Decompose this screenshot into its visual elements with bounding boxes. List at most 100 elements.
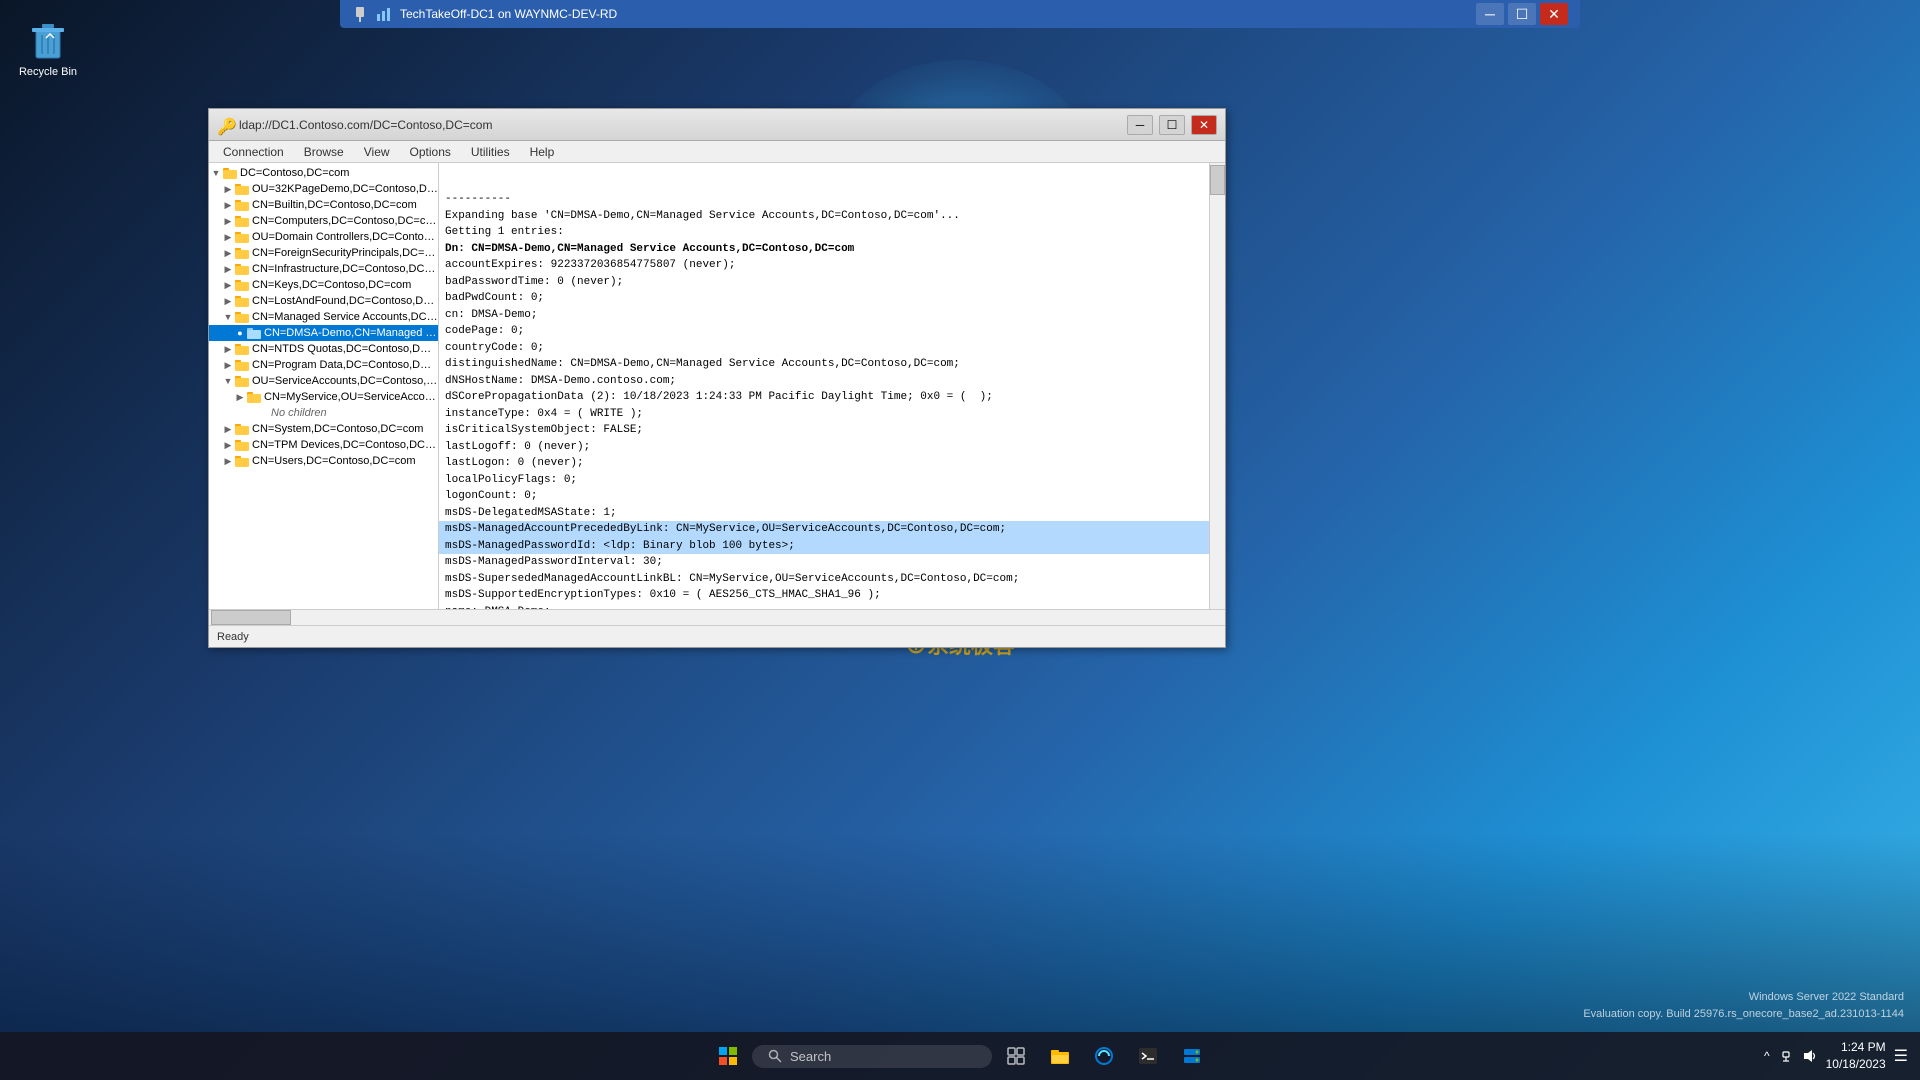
- tray-icons: ^ 1:24 PM 10/18/2023 ☰: [1764, 1039, 1908, 1073]
- file-explorer-button[interactable]: [1040, 1036, 1080, 1076]
- detail-panel[interactable]: ----------Expanding base 'CN=DMSA-Demo,C…: [439, 163, 1209, 609]
- tree-item-label: CN=Computers,DC=Contoso,DC=com: [252, 215, 438, 227]
- window-maximize-button[interactable]: ☐: [1159, 115, 1185, 135]
- detail-line: instanceType: 0x4 = ( WRITE );: [445, 406, 1203, 423]
- search-bar[interactable]: Search: [752, 1045, 992, 1068]
- tree-item[interactable]: ▼DC=Contoso,DC=com: [209, 165, 438, 181]
- tree-item-label: CN=DMSA-Demo,CN=Managed Service A...: [264, 327, 438, 339]
- tree-item[interactable]: ▼OU=ServiceAccounts,DC=Contoso,DC=com: [209, 373, 438, 389]
- search-icon: [768, 1049, 782, 1063]
- tree-item-label: OU=ServiceAccounts,DC=Contoso,DC=com: [252, 375, 438, 387]
- window-app-icon: 🔑: [217, 117, 233, 133]
- tree-item-label: CN=TPM Devices,DC=Contoso,DC=com: [252, 439, 438, 451]
- tree-item-label: CN=Managed Service Accounts,DC=Contoso,D…: [252, 311, 438, 323]
- terminal-button[interactable]: [1128, 1036, 1168, 1076]
- remote-maximize-button[interactable]: ☐: [1508, 3, 1536, 25]
- recycle-bin-label: Recycle Bin: [19, 66, 77, 78]
- recycle-bin[interactable]: Recycle Bin: [18, 18, 78, 78]
- remote-minimize-button[interactable]: ─: [1476, 3, 1504, 25]
- remote-bar-left: TechTakeOff-DC1 on WAYNMC-DEV-RD: [352, 6, 617, 22]
- window-close-button[interactable]: ✕: [1191, 115, 1217, 135]
- tree-item[interactable]: ▶CN=MyService,OU=ServiceAccounts,DC=Co..…: [209, 389, 438, 405]
- detail-line: dSCorePropagationData (2): 10/18/2023 1:…: [445, 389, 1203, 406]
- menu-item-view[interactable]: View: [354, 143, 400, 161]
- taskbar: Search: [0, 1032, 1920, 1080]
- detail-line: isCriticalSystemObject: FALSE;: [445, 422, 1203, 439]
- tree-item[interactable]: ▶CN=TPM Devices,DC=Contoso,DC=com: [209, 437, 438, 453]
- detail-line: msDS-ManagedPasswordId: <ldp: Binary blo…: [439, 538, 1209, 555]
- eval-line2: Evaluation copy. Build 25976.rs_onecore_…: [1583, 1006, 1904, 1024]
- tree-item-label: CN=Infrastructure,DC=Contoso,DC=com: [252, 263, 438, 275]
- horizontal-scrollbar[interactable]: [209, 609, 1225, 625]
- server-manager-icon: [1182, 1046, 1202, 1066]
- detail-line: localPolicyFlags: 0;: [445, 472, 1203, 489]
- tree-item[interactable]: ▶OU=Domain Controllers,DC=Contoso,DC=com: [209, 229, 438, 245]
- menu-item-help[interactable]: Help: [520, 143, 565, 161]
- detail-line: msDS-ManagedAccountPrecededByLink: CN=My…: [439, 521, 1209, 538]
- network-icon[interactable]: [1778, 1048, 1794, 1064]
- tree-item[interactable]: ▶CN=Builtin,DC=Contoso,DC=com: [209, 197, 438, 213]
- recycle-bin-icon: [28, 18, 68, 62]
- detail-line: msDS-ManagedPasswordInterval: 30;: [445, 554, 1203, 571]
- menu-item-options[interactable]: Options: [400, 143, 461, 161]
- tree-item[interactable]: ▶CN=Computers,DC=Contoso,DC=com: [209, 213, 438, 229]
- task-view-icon: [1007, 1047, 1025, 1065]
- edge-button[interactable]: [1084, 1036, 1124, 1076]
- tree-item[interactable]: ▼CN=Managed Service Accounts,DC=Contoso,…: [209, 309, 438, 325]
- tree-item[interactable]: ▶CN=Keys,DC=Contoso,DC=com: [209, 277, 438, 293]
- menu-item-utilities[interactable]: Utilities: [461, 143, 520, 161]
- detail-line: accountExpires: 9223372036854775807 (nev…: [445, 257, 1203, 274]
- chart-icon: [376, 6, 392, 22]
- edge-icon: [1094, 1046, 1114, 1066]
- task-view-button[interactable]: [996, 1036, 1036, 1076]
- status-bar: Ready: [209, 625, 1225, 647]
- tree-item-label: CN=Users,DC=Contoso,DC=com: [252, 455, 416, 467]
- taskbar-center: Search: [708, 1036, 1212, 1076]
- detail-line: Expanding base 'CN=DMSA-Demo,CN=Managed …: [445, 208, 1203, 225]
- tree-item[interactable]: ▶CN=Users,DC=Contoso,DC=com: [209, 453, 438, 469]
- start-button[interactable]: [708, 1036, 748, 1076]
- tree-item[interactable]: ●CN=DMSA-Demo,CN=Managed Service A...: [209, 325, 438, 341]
- tree-item[interactable]: ▶CN=ForeignSecurityPrincipals,DC=C...: [209, 245, 438, 261]
- speaker-icon[interactable]: [1802, 1048, 1818, 1064]
- detail-line: codePage: 0;: [445, 323, 1203, 340]
- system-clock[interactable]: 1:24 PM 10/18/2023: [1826, 1039, 1886, 1073]
- tree-item[interactable]: ▶CN=System,DC=Contoso,DC=com: [209, 421, 438, 437]
- detail-line: distinguishedName: CN=DMSA-Demo,CN=Manag…: [445, 356, 1203, 373]
- detail-line: badPwdCount: 0;: [445, 290, 1203, 307]
- tree-item[interactable]: ▶CN=Program Data,DC=Contoso,DC=com: [209, 357, 438, 373]
- vertical-scrollbar[interactable]: [1209, 163, 1225, 609]
- start-icon: [718, 1046, 738, 1066]
- detail-line: countryCode: 0;: [445, 340, 1203, 357]
- menu-item-browse[interactable]: Browse: [294, 143, 354, 161]
- tree-item[interactable]: ▶OU=32KPageDemo,DC=Contoso,DC=com: [209, 181, 438, 197]
- detail-line: badPasswordTime: 0 (never);: [445, 274, 1203, 291]
- desktop: Recycle Bin TechTakeOff-DC1 on WAYNMC-DE…: [0, 0, 1920, 1080]
- detail-separator: ----------: [445, 191, 1203, 208]
- clock-time: 1:24 PM: [1826, 1039, 1886, 1056]
- detail-line: dNSHostName: DMSA-Demo.contoso.com;: [445, 373, 1203, 390]
- window-content: ▼DC=Contoso,DC=com▶OU=32KPageDemo,DC=Con…: [209, 163, 1225, 609]
- file-explorer-icon: [1050, 1047, 1070, 1065]
- terminal-icon: [1138, 1046, 1158, 1066]
- remote-bar-controls: ─ ☐ ✕: [1476, 3, 1568, 25]
- tree-item-label: CN=System,DC=Contoso,DC=com: [252, 423, 423, 435]
- tree-panel[interactable]: ▼DC=Contoso,DC=com▶OU=32KPageDemo,DC=Con…: [209, 163, 439, 609]
- notification-button[interactable]: ☰: [1894, 1046, 1908, 1066]
- tree-item-label: CN=MyService,OU=ServiceAccounts,DC=Co...: [264, 391, 438, 403]
- chevron-up-icon[interactable]: ^: [1764, 1049, 1770, 1063]
- tree-item[interactable]: ▶CN=NTDS Quotas,DC=Contoso,DC=com: [209, 341, 438, 357]
- search-bar-label: Search: [790, 1049, 831, 1064]
- tree-item-label: DC=Contoso,DC=com: [240, 167, 349, 179]
- eval-line1: Windows Server 2022 Standard: [1583, 989, 1904, 1007]
- tree-item-label: No children: [271, 407, 327, 419]
- tree-item[interactable]: ▶CN=Infrastructure,DC=Contoso,DC=com: [209, 261, 438, 277]
- tree-item-label: CN=Builtin,DC=Contoso,DC=com: [252, 199, 417, 211]
- window-minimize-button[interactable]: ─: [1127, 115, 1153, 135]
- server-manager-button[interactable]: [1172, 1036, 1212, 1076]
- status-text: Ready: [217, 631, 249, 643]
- tree-item[interactable]: No children: [209, 405, 438, 421]
- remote-close-button[interactable]: ✕: [1540, 3, 1568, 25]
- menu-item-connection[interactable]: Connection: [213, 143, 294, 161]
- tree-item[interactable]: ▶CN=LostAndFound,DC=Contoso,DC=com: [209, 293, 438, 309]
